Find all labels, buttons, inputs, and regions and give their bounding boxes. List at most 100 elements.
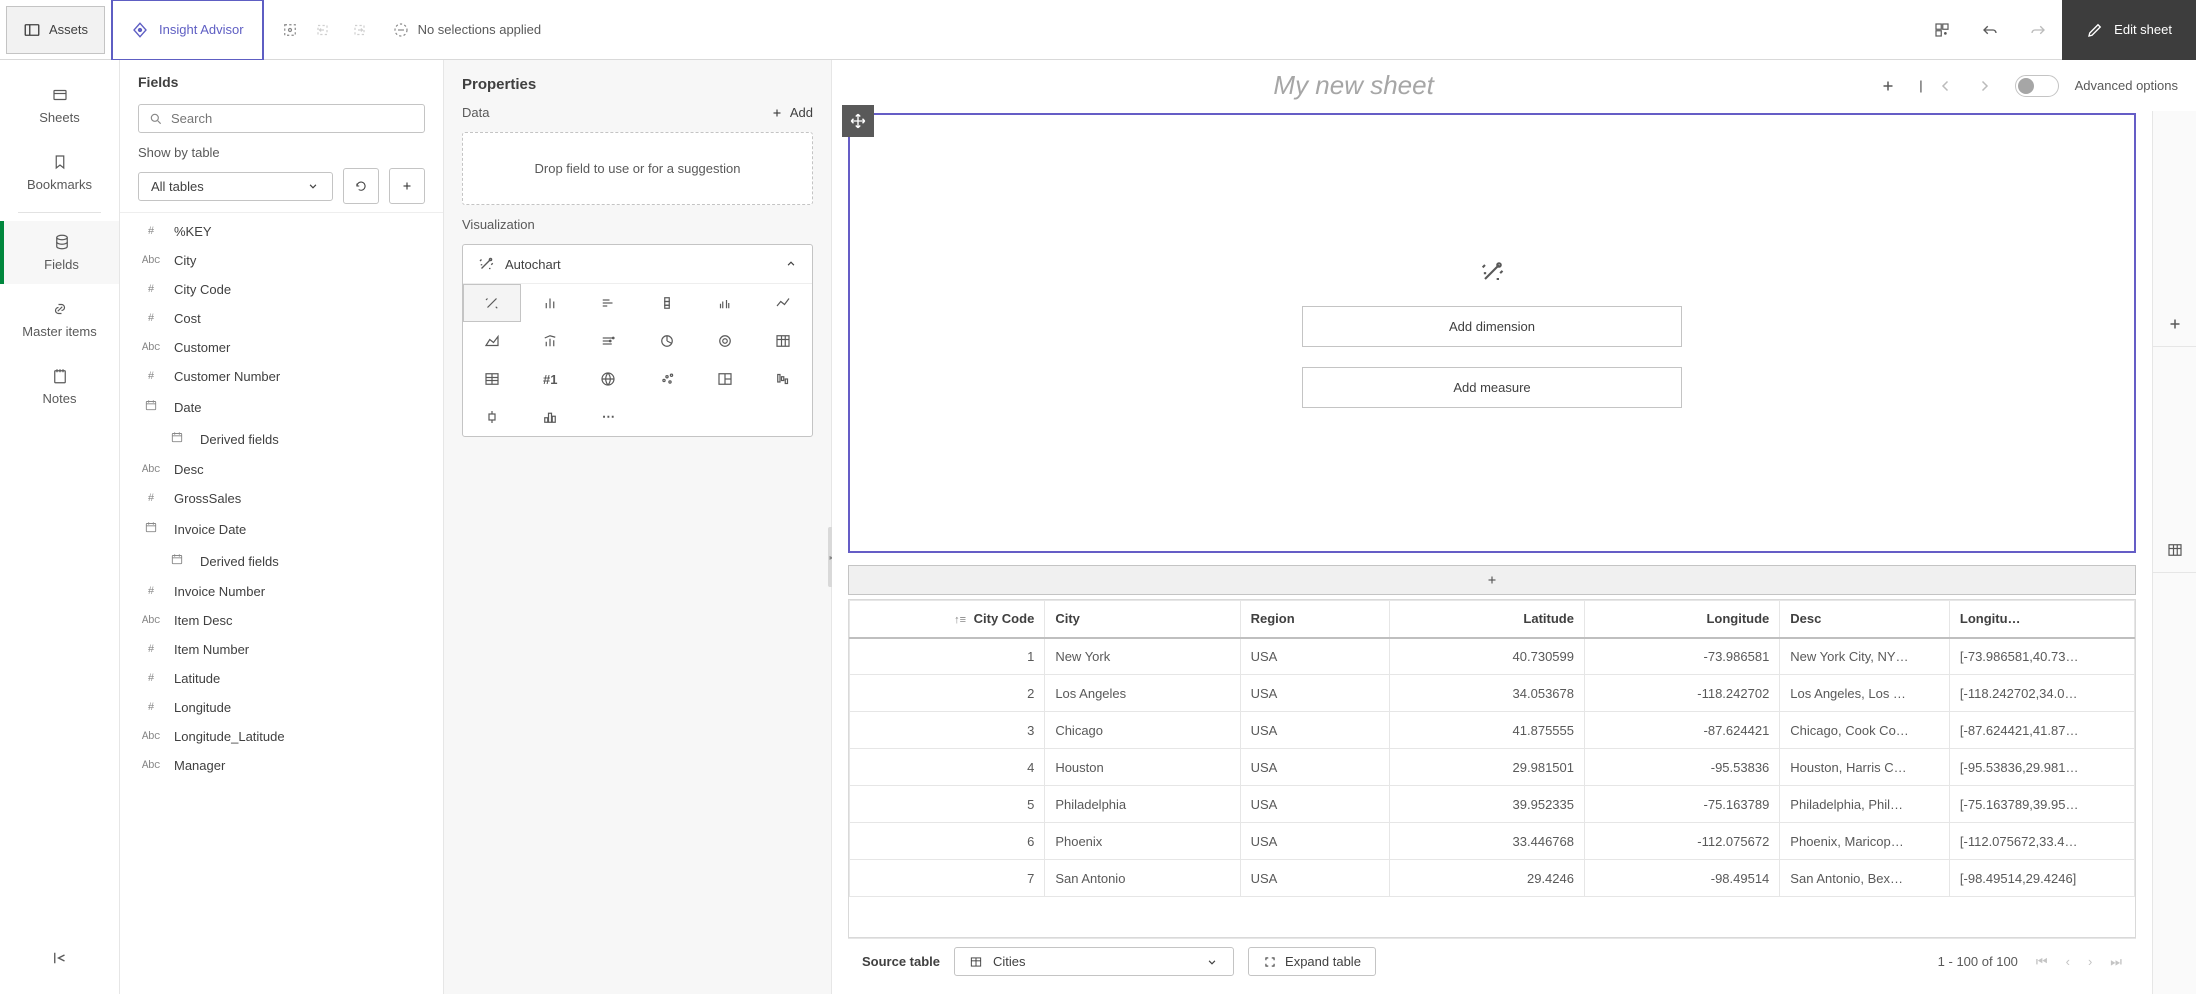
field-item[interactable]: AbcCity xyxy=(120,246,443,275)
rail-notes[interactable]: Notes xyxy=(0,355,119,418)
field-item[interactable]: Date xyxy=(120,391,443,423)
vis-more[interactable]: ⋯ xyxy=(579,398,637,436)
collapse-rail-button[interactable] xyxy=(51,949,69,970)
field-name: Item Desc xyxy=(174,613,233,628)
source-table-select[interactable]: Cities xyxy=(954,947,1234,976)
column-header[interactable]: City xyxy=(1045,601,1240,638)
pager-last: ⏭ xyxy=(2110,954,2122,970)
rail-sheets[interactable]: Sheets xyxy=(0,74,119,137)
field-item[interactable]: AbcLongitude_Latitude xyxy=(120,722,443,751)
column-header[interactable]: ↑≡ City Code xyxy=(850,601,1045,638)
vis-histogram[interactable] xyxy=(521,398,579,436)
field-item[interactable]: #Longitude xyxy=(120,693,443,722)
table-row[interactable]: 4HoustonUSA29.981501-95.53836Houston, Ha… xyxy=(850,749,2135,786)
field-item[interactable]: #Invoice Number xyxy=(120,577,443,606)
rail-fields[interactable]: Fields xyxy=(0,221,119,284)
sheet-title[interactable]: My new sheet xyxy=(850,70,1857,101)
search-input[interactable] xyxy=(171,111,414,126)
vis-bar-stacked[interactable] xyxy=(638,284,696,322)
field-item[interactable]: AbcItem Desc xyxy=(120,606,443,635)
data-drop-zone[interactable]: Drop field to use or for a suggestion xyxy=(462,132,813,205)
fields-search[interactable] xyxy=(138,104,425,133)
add-sheet-button[interactable] xyxy=(1873,71,1903,101)
insight-advisor-button[interactable]: Insight Advisor xyxy=(111,0,264,61)
column-header[interactable]: Desc xyxy=(1780,601,1950,638)
vis-bar-grouped[interactable] xyxy=(696,284,754,322)
vis-map[interactable] xyxy=(579,360,637,398)
visualization-object[interactable]: Add dimension Add measure xyxy=(848,113,2136,553)
step-back-icon xyxy=(312,18,336,42)
vis-kpi[interactable]: #1 xyxy=(521,360,579,398)
prev-sheet-button xyxy=(1931,71,1961,101)
field-name: Invoice Number xyxy=(174,584,265,599)
table-row[interactable]: 7San AntonioUSA29.4246-98.49514San Anton… xyxy=(850,860,2135,897)
field-item[interactable]: #Cost xyxy=(120,304,443,333)
table-row[interactable]: 3ChicagoUSA41.875555-87.624421Chicago, C… xyxy=(850,712,2135,749)
edit-sheet-label: Edit sheet xyxy=(2114,22,2172,37)
no-selections-label: No selections applied xyxy=(418,22,542,37)
table-mode-button[interactable] xyxy=(2153,527,2196,573)
layout-grid-button[interactable] xyxy=(1918,6,1966,54)
expand-table-button[interactable]: Expand table xyxy=(1248,947,1376,976)
field-item[interactable]: #Customer Number xyxy=(120,362,443,391)
field-item[interactable]: AbcCustomer xyxy=(120,333,443,362)
vis-combo[interactable] xyxy=(521,322,579,360)
undo-button[interactable] xyxy=(1966,6,2014,54)
column-header[interactable]: Longitu… xyxy=(1949,601,2134,638)
add-data-button[interactable]: Add xyxy=(770,105,813,120)
add-dimension-button[interactable]: Add dimension xyxy=(1302,306,1682,347)
add-measure-button[interactable]: Add measure xyxy=(1302,367,1682,408)
vis-distribution[interactable] xyxy=(579,322,637,360)
vis-scatter[interactable] xyxy=(638,360,696,398)
edit-sheet-button[interactable]: Edit sheet xyxy=(2062,0,2196,60)
vis-area[interactable] xyxy=(463,322,521,360)
add-object-below-button[interactable] xyxy=(848,565,2136,595)
vis-treemap[interactable] xyxy=(696,360,754,398)
vis-waterfall[interactable] xyxy=(754,360,812,398)
add-field-button[interactable] xyxy=(389,168,425,204)
object-move-handle[interactable] xyxy=(842,105,874,137)
table-row[interactable]: 6PhoenixUSA33.446768-112.075672Phoenix, … xyxy=(850,823,2135,860)
selection-toolbar: No selections applied xyxy=(264,18,568,42)
field-item[interactable]: #City Code xyxy=(120,275,443,304)
field-item[interactable]: AbcManager xyxy=(120,751,443,780)
rail-bookmarks[interactable]: Bookmarks xyxy=(0,141,119,204)
table-row[interactable]: 1New YorkUSA40.730599-73.986581New York … xyxy=(850,638,2135,675)
vis-bar-horizontal[interactable] xyxy=(579,284,637,322)
visualization-select[interactable]: Autochart xyxy=(463,245,812,284)
column-header[interactable]: Longitude xyxy=(1584,601,1779,638)
assets-label: Assets xyxy=(49,22,88,37)
field-item[interactable]: #GrossSales xyxy=(120,484,443,513)
vis-autochart[interactable] xyxy=(463,284,521,322)
table-row[interactable]: 2Los AngelesUSA34.053678-118.242702Los A… xyxy=(850,675,2135,712)
field-name: City xyxy=(174,253,196,268)
add-object-right-button[interactable] xyxy=(2153,301,2196,347)
vis-bar-vertical[interactable] xyxy=(521,284,579,322)
field-name: Desc xyxy=(174,462,204,477)
column-header[interactable]: Region xyxy=(1240,601,1389,638)
field-item[interactable]: Derived fields xyxy=(120,423,443,455)
vis-table[interactable] xyxy=(754,322,812,360)
fields-title: Fields xyxy=(120,60,443,104)
table-filter-select[interactable]: All tables xyxy=(138,172,333,201)
assets-button[interactable]: Assets xyxy=(6,6,105,54)
table-row[interactable]: 5PhiladelphiaUSA39.952335-75.163789Phila… xyxy=(850,786,2135,823)
vis-donut[interactable] xyxy=(696,322,754,360)
vis-line[interactable] xyxy=(754,284,812,322)
rail-master-items[interactable]: Master items xyxy=(0,288,119,351)
field-item[interactable]: Invoice Date xyxy=(120,513,443,545)
field-item[interactable]: #Latitude xyxy=(120,664,443,693)
field-item[interactable]: Derived fields xyxy=(120,545,443,577)
vis-boxplot[interactable] xyxy=(463,398,521,436)
column-header[interactable]: Latitude xyxy=(1389,601,1584,638)
field-item[interactable]: #Item Number xyxy=(120,635,443,664)
field-item[interactable]: #%KEY xyxy=(120,217,443,246)
redo-button[interactable] xyxy=(2014,6,2062,54)
field-list[interactable]: #%KEYAbcCity#City Code#CostAbcCustomer#C… xyxy=(120,212,443,994)
refresh-fields-button[interactable] xyxy=(343,168,379,204)
vis-pie[interactable] xyxy=(638,322,696,360)
advanced-options-toggle[interactable] xyxy=(2015,75,2059,97)
field-item[interactable]: AbcDesc xyxy=(120,455,443,484)
vis-pivot[interactable] xyxy=(463,360,521,398)
smart-search-icon[interactable] xyxy=(278,18,302,42)
